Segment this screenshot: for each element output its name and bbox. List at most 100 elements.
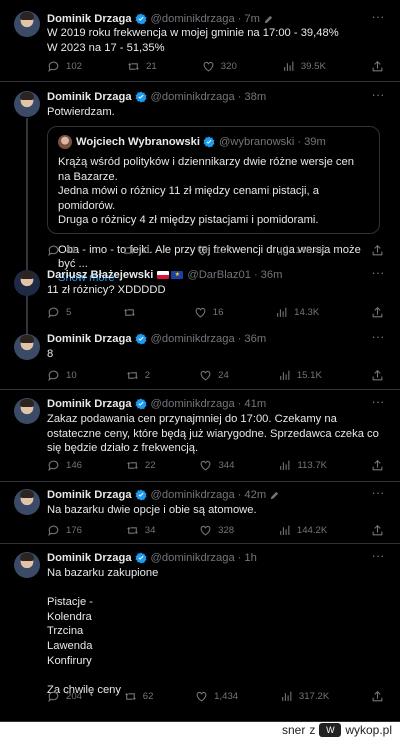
edited-pencil-icon (271, 491, 279, 499)
author-handle[interactable]: @dominikdrzaga (151, 13, 235, 25)
author-name[interactable]: Dominik Drzaga (47, 552, 132, 564)
retweet-button[interactable]: 62 (124, 690, 153, 703)
retweet-button[interactable]: 11 (122, 244, 151, 257)
share-button[interactable] (371, 524, 384, 537)
share-button[interactable] (371, 690, 384, 703)
tweet[interactable]: Dominik Drzaga @dominikdrzaga · 7m ··· W… (0, 0, 400, 82)
retweet-button[interactable] (123, 306, 142, 319)
like-button[interactable]: 328 (199, 524, 234, 537)
heart-icon (195, 307, 206, 317)
avatar[interactable] (14, 91, 40, 117)
avatar[interactable] (14, 398, 40, 424)
author-handle[interactable]: @DarBlaz01 (187, 269, 251, 281)
share-button[interactable] (371, 306, 384, 319)
separator-dot: · (237, 552, 242, 564)
reply-button[interactable]: 176 (47, 524, 82, 537)
tweet-header: Dominik Drzaga @dominikdrzaga · 42m (47, 486, 390, 504)
author-handle[interactable]: @dominikdrzaga (151, 91, 235, 103)
tweet-time[interactable]: 7m (244, 13, 260, 25)
retweet-icon (128, 62, 139, 70)
author-name[interactable]: Dominik Drzaga (47, 333, 132, 345)
avatar[interactable] (14, 270, 40, 296)
reply-button[interactable]: 204 (47, 690, 82, 703)
views-chart-icon (284, 61, 294, 71)
share-button[interactable] (371, 369, 384, 382)
avatar[interactable] (14, 334, 40, 360)
more-options-icon[interactable]: ··· (370, 88, 386, 106)
views-button[interactable]: 145.4K (276, 244, 326, 257)
reply-button[interactable]: 102 (47, 60, 82, 73)
view-count: 317.2K (298, 690, 330, 702)
more-options-icon[interactable]: ··· (370, 486, 386, 504)
like-button[interactable]: 320 (202, 60, 237, 73)
quoted-tweet[interactable]: Wojciech Wybranowski @wybranowski · 39m … (47, 126, 380, 284)
views-button[interactable]: 39.5K (282, 60, 326, 73)
share-button[interactable] (371, 459, 384, 472)
edited-pencil-icon (264, 15, 273, 23)
like-button[interactable]: 137 (196, 244, 231, 257)
views-chart-icon (279, 370, 290, 380)
share-button[interactable] (371, 60, 384, 73)
tweet[interactable]: Dominik Drzaga @dominikdrzaga · 41m ··· … (0, 390, 400, 482)
reply-button[interactable]: 146 (47, 459, 82, 472)
author-name[interactable]: Dominik Drzaga (47, 91, 132, 103)
reply-icon (48, 61, 59, 72)
tweet[interactable]: Dominik Drzaga @dominikdrzaga · 36m ··· … (0, 326, 400, 390)
heart-icon (196, 691, 207, 701)
like-count: 24 (218, 369, 229, 381)
views-button[interactable]: 14.3K (275, 306, 319, 319)
more-options-icon[interactable]: ··· (370, 330, 386, 348)
reply-button[interactable]: 10 (47, 369, 77, 382)
avatar[interactable] (14, 552, 40, 578)
avatar[interactable] (14, 11, 40, 37)
author-handle[interactable]: @dominikdrzaga (151, 489, 235, 501)
author-name[interactable]: Dariusz Błażejewski (47, 269, 153, 281)
views-button[interactable]: 113.7K (278, 459, 327, 472)
author-handle[interactable]: @dominikdrzaga (151, 552, 235, 564)
author-handle[interactable]: @dominikdrzaga (151, 398, 235, 410)
retweet-button[interactable]: 22 (126, 459, 156, 472)
tweet[interactable]: Dominik Drzaga @dominikdrzaga · 1h ··· N… (0, 544, 400, 722)
tweet-time[interactable]: 42m (244, 489, 266, 501)
views-button[interactable]: 317.2K (280, 690, 329, 703)
quoted-avatar (58, 135, 72, 149)
author-name[interactable]: Dominik Drzaga (47, 489, 132, 501)
author-name[interactable]: Dominik Drzaga (47, 398, 132, 410)
tweet-text: 11 zł różnicy? XDDDDD (47, 284, 166, 296)
tweet[interactable]: Dariusz Błażejewski ★ @DarBlaz01 · 36m ·… (0, 262, 400, 326)
share-icon (372, 690, 383, 701)
tweet-time[interactable]: 36m (244, 333, 266, 345)
reply-button[interactable]: 41 (47, 244, 77, 257)
like-button[interactable]: 24 (199, 369, 229, 382)
reply-button[interactable]: 5 (47, 306, 71, 319)
tweet-time[interactable]: 36m (261, 269, 283, 281)
tweet-time[interactable]: 38m (244, 91, 266, 103)
more-options-icon[interactable]: ··· (370, 549, 386, 567)
share-button[interactable] (371, 244, 384, 257)
retweet-button[interactable]: 21 (127, 60, 157, 73)
tweet-time[interactable]: 1h (244, 552, 256, 564)
author-handle[interactable]: @dominikdrzaga (151, 333, 235, 345)
tweet[interactable]: Dominik Drzaga @dominikdrzaga · 38m ··· … (0, 82, 400, 284)
tweet[interactable]: Dominik Drzaga @dominikdrzaga · 42m ··· … (0, 482, 400, 544)
retweet-button[interactable]: 34 (126, 524, 155, 537)
tweet-header: Dariusz Błażejewski ★ @DarBlaz01 · 36m (47, 266, 390, 284)
views-chart-icon (277, 307, 287, 317)
views-button[interactable]: 15.1K (278, 369, 322, 382)
tweet-actions: 5 16 14.3K (47, 304, 384, 320)
retweet-button[interactable]: 2 (126, 369, 150, 382)
separator-dot: · (237, 333, 242, 345)
avatar[interactable] (14, 489, 40, 515)
author-name[interactable]: Dominik Drzaga (47, 13, 132, 25)
like-button[interactable]: 344 (199, 459, 234, 472)
more-options-icon[interactable]: ··· (370, 395, 386, 413)
retweet-icon (126, 526, 138, 534)
like-button[interactable]: 1,434 (195, 690, 238, 703)
share-icon (372, 306, 383, 317)
quoted-tweet-time: 39m (304, 136, 326, 148)
verified-badge-icon (135, 552, 147, 564)
views-button[interactable]: 144.2K (278, 524, 327, 537)
more-options-icon[interactable]: ··· (370, 266, 386, 284)
tweet-time[interactable]: 41m (244, 398, 266, 410)
like-button[interactable]: 16 (194, 306, 223, 319)
